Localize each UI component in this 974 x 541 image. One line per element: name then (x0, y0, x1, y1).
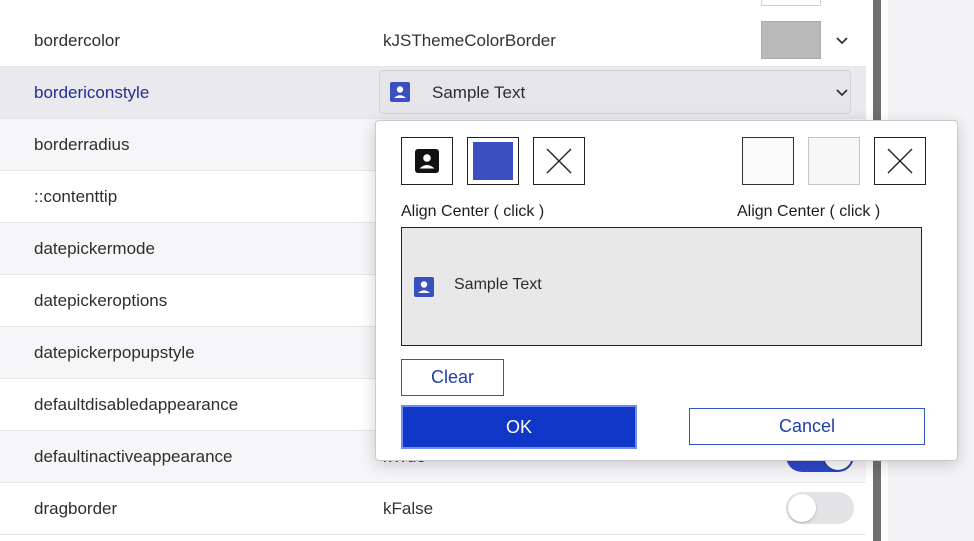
right-clear-icon-tile[interactable] (874, 137, 926, 185)
property-name: bordericonstyle (34, 82, 150, 102)
property-name: dragborder (34, 498, 118, 518)
chevron-down-icon[interactable] (833, 67, 851, 118)
property-value: Sample Text (432, 82, 526, 102)
property-name: datepickerpopupstyle (34, 342, 195, 362)
preview-text: Sample Text (454, 276, 542, 293)
icon-color-tile[interactable] (467, 137, 519, 185)
preview-box: Sample Text (401, 227, 922, 346)
right-icon-picker-tile[interactable] (742, 137, 794, 185)
x-icon (887, 148, 913, 174)
right-icon-color-tile[interactable] (808, 137, 860, 185)
contact-card-icon (390, 82, 410, 102)
property-row-bordercolor[interactable]: bordercolor kJSThemeColorBorder (0, 15, 866, 67)
color-swatch-previous-row (761, 0, 821, 6)
cancel-button[interactable]: Cancel (689, 408, 925, 445)
property-name: defaultinactiveappearance (34, 446, 233, 466)
property-name: ::contenttip (34, 186, 118, 206)
clear-icon-tile[interactable] (533, 137, 585, 185)
left-align-label[interactable]: Align Center ( click ) (401, 203, 544, 221)
clear-button[interactable]: Clear (401, 359, 504, 396)
property-name: defaultdisabledappearance (34, 394, 239, 414)
right-align-label[interactable]: Align Center ( click ) (737, 203, 880, 221)
icon-picker-tile[interactable] (401, 137, 453, 185)
color-swatch[interactable] (761, 21, 821, 59)
icon-style-popover: Align Center ( click ) Align Center ( cl… (375, 120, 958, 461)
property-name: borderradius (34, 134, 130, 154)
property-name: datepickeroptions (34, 290, 168, 310)
chevron-down-icon[interactable] (833, 15, 851, 66)
property-value: kJSThemeColorBorder (383, 30, 556, 50)
contact-card-icon (414, 277, 434, 297)
color-fill-icon (473, 142, 513, 180)
x-icon (546, 148, 572, 174)
property-value: kFalse (383, 498, 434, 518)
property-row-bordericonstyle[interactable]: bordericonstyle Sample Text (0, 67, 866, 119)
property-name: datepickermode (34, 238, 155, 258)
toggle-knob (788, 494, 816, 522)
ok-button[interactable]: OK (401, 405, 637, 449)
toggle-switch[interactable] (786, 492, 854, 524)
contact-card-icon (415, 149, 439, 173)
property-name: bordercolor (34, 30, 120, 50)
property-row-dragborder[interactable]: dragborder kFalse (0, 483, 866, 535)
